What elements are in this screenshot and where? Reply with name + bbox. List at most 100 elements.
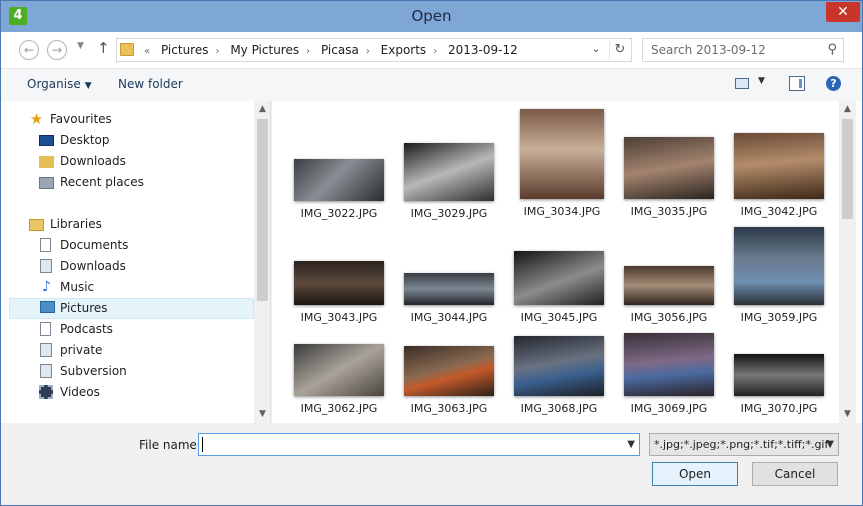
desktop-icon xyxy=(39,135,54,146)
scroll-down-icon[interactable]: ▼ xyxy=(254,406,270,423)
file-item[interactable]: IMG_3056.JPG xyxy=(613,266,725,329)
file-list: IMG_3022.JPG IMG_3029.JPG IMG_3034.JPG IMG_… xyxy=(272,101,862,423)
file-name-input[interactable]: ▼ xyxy=(198,433,640,456)
file-item[interactable]: IMG_3044.JPG xyxy=(393,273,505,329)
scroll-up-icon[interactable]: ▲ xyxy=(254,101,270,118)
window-title: Open xyxy=(411,7,452,25)
breadcrumb-2013-09-12[interactable]: 2013-09-12 xyxy=(448,43,518,57)
up-button[interactable]: ↑ xyxy=(97,39,110,57)
file-item[interactable]: IMG_3045.JPG xyxy=(503,251,615,329)
file-name-dropdown-icon[interactable]: ▼ xyxy=(627,434,635,455)
sidebar-label: Libraries xyxy=(50,217,102,231)
file-item[interactable]: IMG_3034.JPG xyxy=(506,109,618,223)
chevron-down-icon: ▼ xyxy=(84,81,92,91)
sidebar-item-videos[interactable]: Videos xyxy=(1,382,253,403)
address-bar[interactable]: « Pictures › My Pictures › Picasa › Exports… xyxy=(116,38,632,62)
help-icon[interactable]: ? xyxy=(826,76,841,91)
sidebar-item-documents[interactable]: Documents xyxy=(1,235,253,256)
file-item[interactable]: IMG_3043.JPG xyxy=(283,261,395,329)
recent-places-icon xyxy=(39,177,54,189)
title-bar[interactable]: 4 Open ✕ xyxy=(1,1,862,32)
refresh-icon[interactable]: ↻ xyxy=(609,40,630,60)
sidebar-label: Pictures xyxy=(60,301,108,315)
sidebar-item-favourites[interactable]: ★ Favourites xyxy=(1,109,253,130)
address-row: ← → ▼ ↑ « Pictures › My Pictures › Picasa ›… xyxy=(1,32,862,68)
breadcrumb-separator-icon[interactable]: › xyxy=(306,46,310,57)
subversion-library-icon xyxy=(40,364,52,378)
sidebar-item-recent-places[interactable]: Recent places xyxy=(1,172,253,193)
scroll-up-icon[interactable]: ▲ xyxy=(839,101,856,118)
file-item[interactable]: IMG_3029.JPG xyxy=(393,143,505,225)
sidebar-item-library-downloads[interactable]: Downloads xyxy=(1,256,253,277)
image-thumbnail xyxy=(294,159,384,201)
star-icon: ★ xyxy=(29,110,44,128)
breadcrumb-exports[interactable]: Exports xyxy=(381,43,427,57)
sidebar-item-desktop[interactable]: Desktop xyxy=(1,130,253,151)
navigation-scrollbar[interactable]: ▲ ▼ xyxy=(254,101,270,423)
breadcrumb-separator-icon[interactable]: › xyxy=(433,46,437,57)
address-dropdown-icon[interactable]: ⌄ xyxy=(587,40,605,60)
sidebar-label: Favourites xyxy=(50,112,112,126)
breadcrumb: « Pictures › My Pictures › Picasa › Exports… xyxy=(141,39,522,63)
file-item[interactable]: IMG_3063.JPG xyxy=(393,346,505,420)
sidebar-item-private[interactable]: private xyxy=(1,340,253,361)
breadcrumb-separator-icon[interactable]: › xyxy=(366,46,370,57)
sidebar-item-pictures[interactable]: Pictures xyxy=(9,298,254,319)
sidebar-label: Videos xyxy=(60,385,100,399)
file-name: IMG_3035.JPG xyxy=(630,205,708,218)
forward-button[interactable]: → xyxy=(47,40,67,60)
open-button[interactable]: Open xyxy=(652,462,738,486)
libraries-icon xyxy=(29,219,44,231)
search-icon[interactable]: ⚲ xyxy=(827,42,837,57)
file-item[interactable]: IMG_3070.JPG xyxy=(723,354,835,420)
sidebar-item-podcasts[interactable]: Podcasts xyxy=(1,319,253,340)
search-input[interactable]: Search 2013-09-12 ⚲ xyxy=(642,38,844,62)
file-item[interactable]: IMG_3042.JPG xyxy=(723,133,835,223)
preview-pane-icon[interactable] xyxy=(789,76,805,91)
file-name: IMG_3022.JPG xyxy=(300,207,378,220)
image-thumbnail xyxy=(624,266,714,305)
file-name: IMG_3063.JPG xyxy=(410,402,488,415)
image-thumbnail xyxy=(734,354,824,396)
scrollbar-thumb[interactable] xyxy=(257,119,268,301)
scrollbar-thumb[interactable] xyxy=(842,119,853,219)
file-item[interactable]: IMG_3068.JPG xyxy=(503,336,615,420)
image-thumbnail xyxy=(734,133,824,199)
search-placeholder: Search 2013-09-12 xyxy=(651,43,766,57)
image-thumbnail xyxy=(294,261,384,305)
organise-button[interactable]: Organise ▼ xyxy=(27,69,92,101)
file-name: IMG_3042.JPG xyxy=(740,205,818,218)
breadcrumb-my-pictures[interactable]: My Pictures xyxy=(230,43,299,57)
image-thumbnail xyxy=(520,109,604,199)
breadcrumb-pictures[interactable]: Pictures xyxy=(161,43,209,57)
downloads-folder-icon xyxy=(39,156,54,168)
breadcrumb-picasa[interactable]: Picasa xyxy=(321,43,359,57)
file-type-filter[interactable]: *.jpg;*.jpeg;*.png;*.tif;*.tiff;*.gif ▼ xyxy=(649,433,839,456)
view-options-icon[interactable]: ▼ xyxy=(758,76,765,86)
sidebar-item-downloads[interactable]: Downloads xyxy=(1,151,253,172)
file-item[interactable]: IMG_3059.JPG xyxy=(723,227,835,329)
sidebar-item-subversion[interactable]: Subversion xyxy=(1,361,253,382)
file-item[interactable]: IMG_3035.JPG xyxy=(613,137,725,223)
back-button[interactable]: ← xyxy=(19,40,39,60)
file-item[interactable]: IMG_3062.JPG xyxy=(283,344,395,420)
navigation-pane: ★ Favourites Desktop Downloads Recent pl… xyxy=(1,101,271,423)
cancel-button[interactable]: Cancel xyxy=(752,462,838,486)
sidebar-item-music[interactable]: ♪ Music xyxy=(1,277,253,298)
new-folder-button[interactable]: New folder xyxy=(118,69,183,99)
file-name: IMG_3062.JPG xyxy=(300,402,378,415)
sidebar-item-libraries[interactable]: Libraries xyxy=(1,214,253,235)
file-type-dropdown-icon[interactable]: ▼ xyxy=(826,434,834,455)
close-button[interactable]: ✕ xyxy=(826,2,860,22)
breadcrumb-separator-icon[interactable]: › xyxy=(215,46,219,57)
file-item[interactable]: IMG_3069.JPG xyxy=(613,333,725,420)
file-item[interactable]: IMG_3022.JPG xyxy=(283,159,395,225)
sidebar-label: Desktop xyxy=(60,133,110,147)
breadcrumb-overflow-icon[interactable]: « xyxy=(144,46,150,57)
file-list-scrollbar[interactable]: ▲ ▼ xyxy=(839,101,856,423)
recent-locations-button[interactable]: ▼ xyxy=(77,41,84,51)
change-view-icon[interactable] xyxy=(735,78,749,89)
file-name: IMG_3034.JPG xyxy=(523,205,601,218)
sidebar-label: Downloads xyxy=(60,259,126,273)
scroll-down-icon[interactable]: ▼ xyxy=(839,406,856,423)
